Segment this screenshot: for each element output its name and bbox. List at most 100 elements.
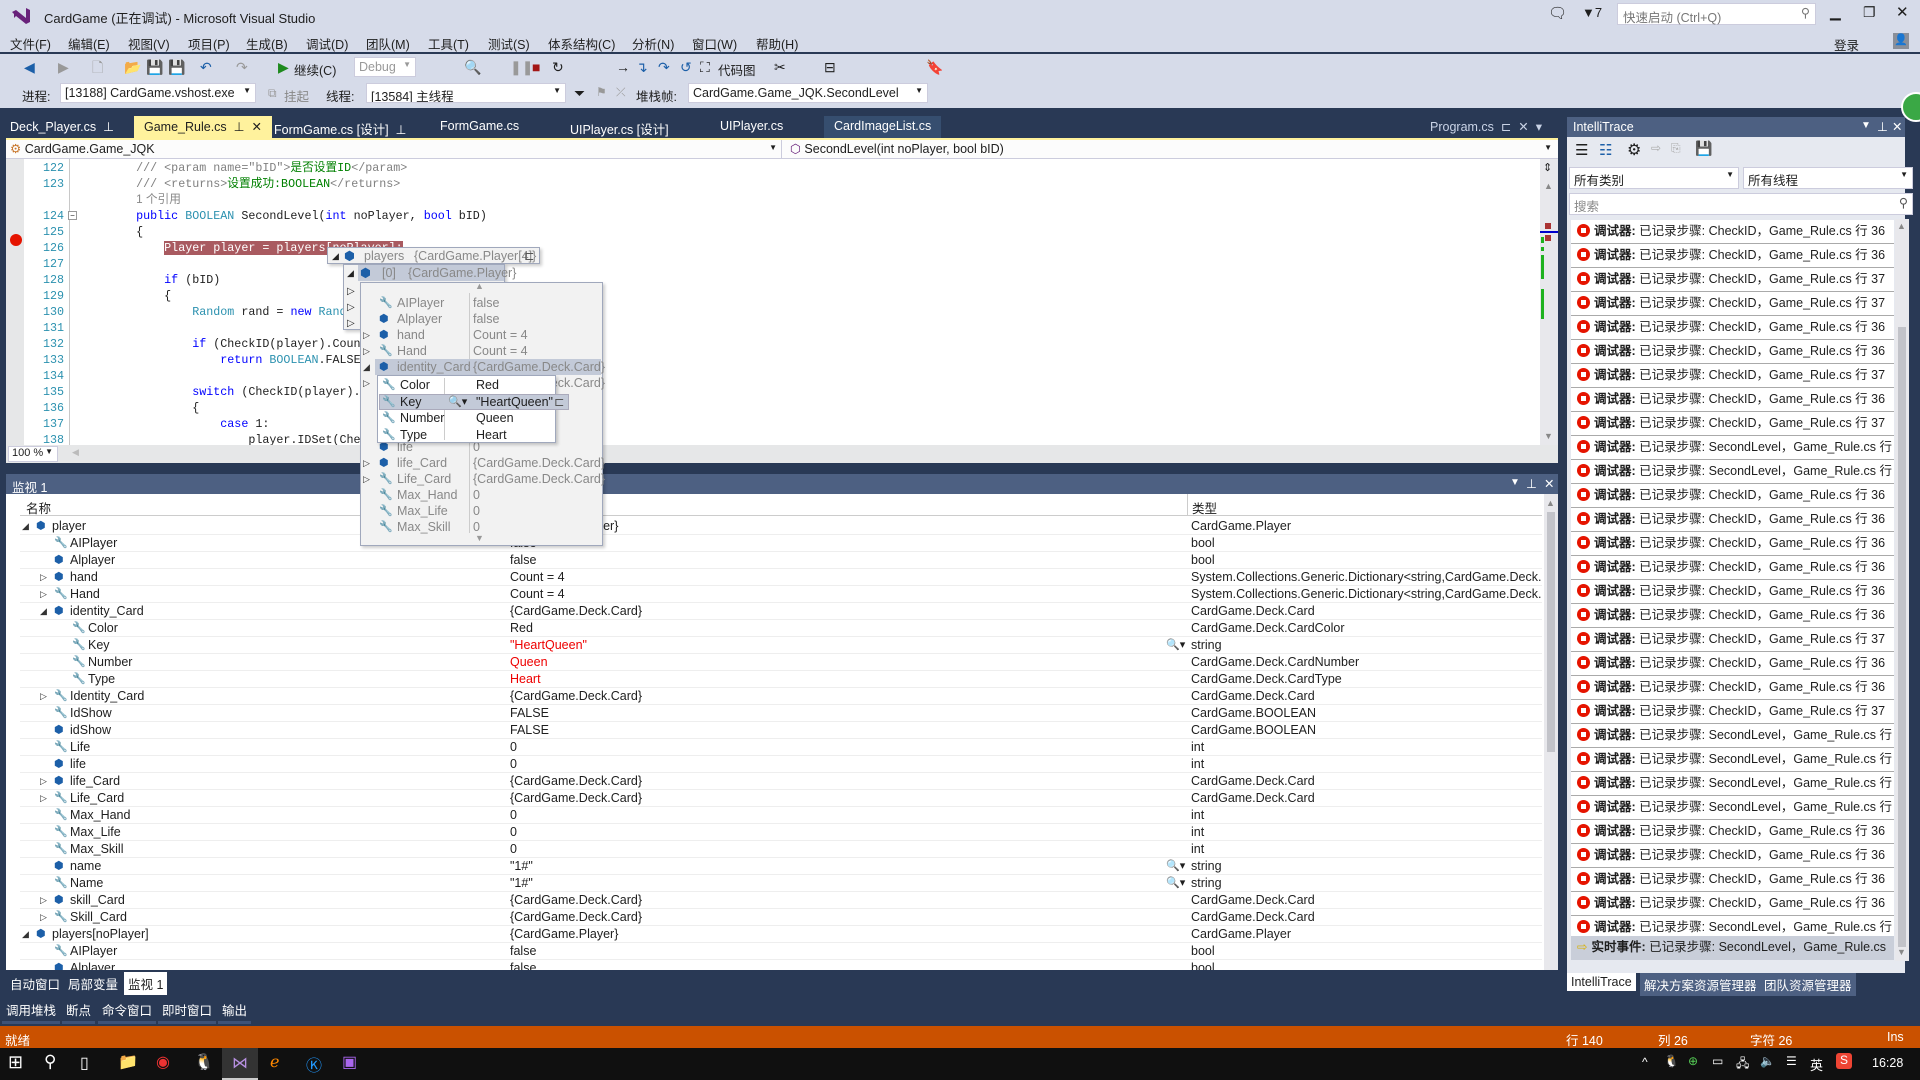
visual-studio-taskbar-button[interactable]: ⋈ <box>222 1048 258 1080</box>
tab-cardimagelist[interactable]: CardImageList.cs <box>824 116 942 138</box>
intellitrace-event[interactable]: 调试器: 已记录步骤: CheckID，Game_Rule.cs 行 36 <box>1571 316 1894 340</box>
watch-name[interactable]: Alplayer <box>70 960 115 970</box>
pin-icon[interactable]: ⊥ <box>1877 119 1888 134</box>
intellitrace-event[interactable]: 调试器: 已记录步骤: CheckID，Game_Rule.cs 行 36 <box>1571 220 1894 244</box>
watch-value[interactable]: 0 <box>510 841 517 858</box>
step-over-icon[interactable]: ↷ <box>658 58 670 76</box>
scroll-left-icon[interactable]: ◀ <box>72 447 79 458</box>
tab-tool-window[interactable]: 命令窗口 <box>98 998 157 1024</box>
tab-debug-window[interactable]: 监视 1 <box>124 972 168 995</box>
watch-value[interactable]: Count = 4 <box>510 586 565 603</box>
collapse-icon[interactable]: ◢ <box>22 926 29 943</box>
code-line[interactable]: 127 <box>6 256 1536 272</box>
intellitrace-scrollbar[interactable]: ▲ ▼ <box>1895 219 1909 961</box>
chrome-icon[interactable]: ◉ <box>156 1052 170 1072</box>
expand-icon[interactable]: ◢ <box>332 248 339 264</box>
tab-debug-window[interactable]: 局部变量 <box>64 972 122 995</box>
watch-row[interactable]: ◢⬢player{CardGame.Player}CardGame.Player <box>20 518 1542 535</box>
save-icon[interactable]: 💾 <box>1695 140 1712 157</box>
watch-name[interactable]: Max_Skill <box>70 841 124 858</box>
pin-icon[interactable]: ⊥ <box>1526 476 1537 491</box>
search-icon[interactable]: ⚲ <box>44 1052 56 1072</box>
pin-datatip-icon[interactable]: ⊏ <box>524 248 534 264</box>
datatip-card-value[interactable]: "HeartQueen" <box>476 394 553 410</box>
menu-item[interactable]: 调试(D) <box>306 34 348 53</box>
text-visualizer-icon[interactable]: 🔍▾ <box>1166 858 1185 875</box>
datatip-member-name[interactable]: life_Card <box>397 455 447 471</box>
menu-item[interactable]: 项目(P) <box>188 34 230 53</box>
tab-tool-window[interactable]: 输出 <box>218 998 252 1024</box>
watch-name[interactable]: Hand <box>70 586 100 603</box>
intellitrace-search-input[interactable]: 搜索 ⚲ <box>1569 193 1913 215</box>
watch-row[interactable]: 🔧 Life 0 int <box>20 739 1542 756</box>
watch-row[interactable]: 🔧 Max_Hand 0 int <box>20 807 1542 824</box>
intellitrace-event[interactable]: 调试器: 已记录步骤: CheckID，Game_Rule.cs 行 36 <box>1571 604 1894 628</box>
process-select[interactable]: [13188] CardGame.vshost.exe ▼ <box>60 83 256 103</box>
scroll-down-icon[interactable]: ▼ <box>1544 431 1553 441</box>
watch-row[interactable]: 🔧 Max_Skill 0 int <box>20 841 1542 858</box>
forward-icon[interactable]: ▶ <box>58 58 69 76</box>
menu-item[interactable]: 体系结构(C) <box>548 34 615 53</box>
code-line[interactable]: 124 public BOOLEAN SecondLevel(int noPla… <box>6 208 1536 224</box>
watch-value[interactable]: {CardGame.Deck.Card} <box>510 790 642 807</box>
watch-name[interactable]: players[noPlayer] <box>52 926 149 943</box>
watch-value[interactable]: 0 <box>510 756 517 773</box>
watch-name[interactable]: name <box>70 858 101 875</box>
expand-icon[interactable]: ▷ <box>40 892 47 909</box>
tab-debug-window[interactable]: 自动窗口 <box>6 972 64 995</box>
configuration-select[interactable]: Debug ▼ <box>354 57 416 77</box>
watch-row[interactable]: ⬢ life 0 int <box>20 756 1542 773</box>
member-dropdown[interactable]: ⬡ SecondLevel(int noPlayer, bool bID) ▼ <box>786 140 1556 158</box>
watch-vertical-scrollbar[interactable]: ▲ <box>1544 494 1558 970</box>
qq-icon[interactable]: 🐧 <box>194 1052 214 1072</box>
hex-display-icon[interactable]: ✂ <box>774 58 786 76</box>
watch-value[interactable]: false <box>510 943 536 960</box>
watch-value[interactable]: 0 <box>510 739 517 756</box>
collapse-icon[interactable]: ◢ <box>40 603 47 620</box>
code-line[interactable]: 123 /// <returns>设置成功:BOOLEAN</returns> <box>6 176 1536 192</box>
intellitrace-event[interactable]: 调试器: 已记录步骤: SecondLevel，Game_Rule.cs 行 <box>1571 436 1894 460</box>
expand-icon[interactable]: ▷ <box>363 471 370 487</box>
continue-icon[interactable]: ▶ <box>278 58 289 76</box>
watch-row[interactable]: ⬢ Alplayer false bool <box>20 552 1542 569</box>
watch-row[interactable]: 🔧 Type Heart CardGame.Deck.CardType <box>20 671 1542 688</box>
watch-name[interactable]: player <box>52 518 86 535</box>
network-icon[interactable]: 🖧 <box>1736 1054 1749 1075</box>
intellitrace-event[interactable]: 调试器: 已记录步骤: CheckID，Game_Rule.cs 行 36 <box>1571 580 1894 604</box>
watch-name[interactable]: Skill_Card <box>70 909 127 926</box>
code-line[interactable]: 135 switch (CheckID(player). <box>6 384 1536 400</box>
watch-row[interactable]: ▷ 🔧 Identity_Card {CardGame.Deck.Card} CardG… <box>20 688 1542 705</box>
tab-tool-window[interactable]: 调用堆栈 <box>2 998 61 1024</box>
watch-row[interactable]: ◢ ⬢ identity_Card {CardGame.Deck.Card} CardG… <box>20 603 1542 620</box>
watch-row[interactable]: ⬢ idShow FALSE CardGame.BOOLEAN <box>20 722 1542 739</box>
tab-overflow-icon[interactable]: ▾ <box>1532 120 1542 134</box>
expand-icon[interactable]: ▷ <box>40 586 47 603</box>
menu-item[interactable]: 工具(T) <box>428 34 469 53</box>
intellitrace-event[interactable]: 调试器: 已记录步骤: SecondLevel，Game_Rule.cs 行 <box>1571 724 1894 748</box>
code-line[interactable]: 137 case 1: <box>6 416 1536 432</box>
intellitrace-event[interactable]: 调试器: 已记录步骤: CheckID，Game_Rule.cs 行 36 <box>1571 892 1894 916</box>
undo-icon[interactable]: ↶ <box>200 58 212 76</box>
close-button[interactable]: ✕ <box>1896 3 1909 21</box>
datatip-card-name[interactable]: Color <box>400 377 430 393</box>
clock[interactable]: 16:28 <box>1872 1056 1903 1070</box>
pin-icon[interactable]: ⊥ <box>392 123 407 137</box>
account-avatar-icon[interactable]: 👤 <box>1893 33 1909 49</box>
code-lens-references[interactable]: 1 个引用 <box>136 193 181 206</box>
intellitrace-event[interactable]: 调试器: 已记录步骤: CheckID，Game_Rule.cs 行 36 <box>1571 820 1894 844</box>
code-line[interactable]: 132 if (CheckID(player).Count <box>6 336 1536 352</box>
datatip-member-name[interactable]: identity_Card <box>397 359 471 375</box>
menu-item[interactable]: 编辑(E) <box>68 34 110 53</box>
watch-value[interactable]: {CardGame.Player} <box>510 926 618 943</box>
save-icon[interactable]: 💾 <box>146 58 163 76</box>
menu-item[interactable]: 窗口(W) <box>692 34 737 53</box>
watch-value[interactable]: "1#" <box>510 875 533 892</box>
datatip-card-name[interactable]: Type <box>400 427 427 443</box>
thread-select[interactable]: [13584] 主线程 ▼ <box>366 83 566 103</box>
datatip-member-name[interactable]: Max_Skill <box>397 519 451 535</box>
datatip-member-value[interactable]: 0 <box>473 519 480 535</box>
code-line[interactable]: 1 个引用 <box>6 192 1536 208</box>
watch-value[interactable]: FALSE <box>510 705 549 722</box>
watch-value[interactable]: "HeartQueen" <box>510 637 587 654</box>
close-tab-icon[interactable]: ✕ <box>248 120 262 134</box>
